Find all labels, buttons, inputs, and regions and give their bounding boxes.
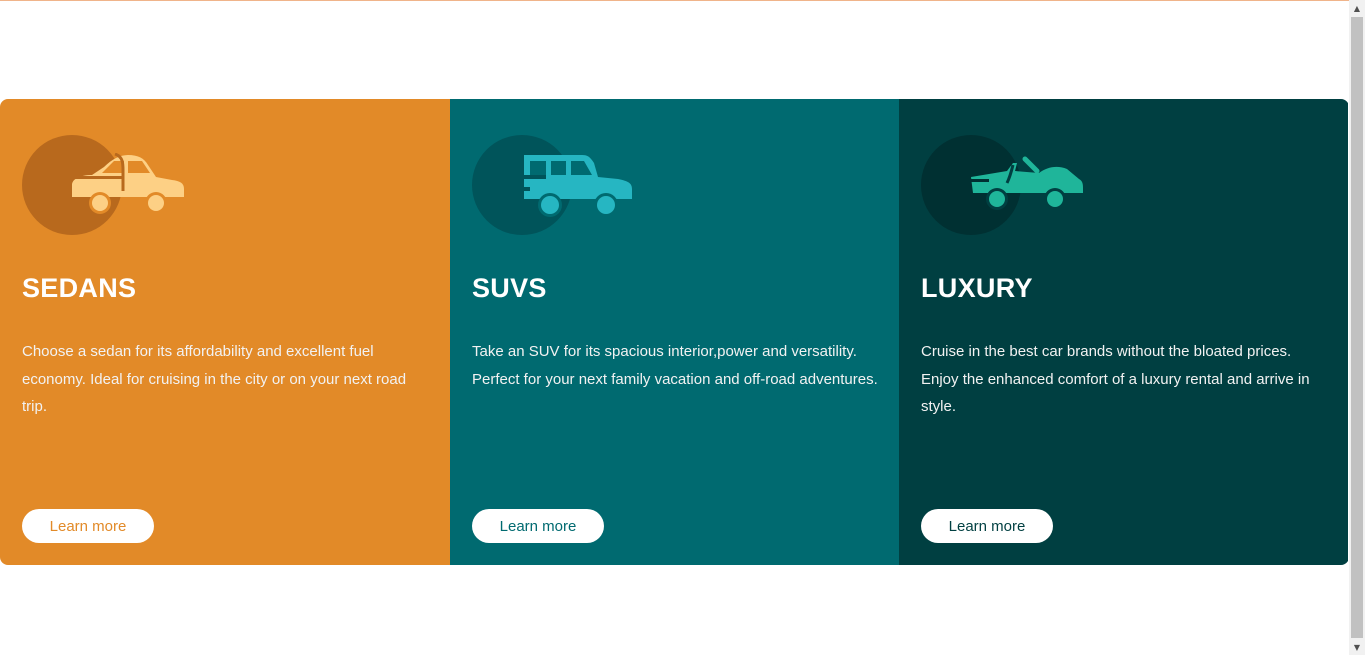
suv-icon-wrap xyxy=(472,135,642,235)
scrollbar-thumb[interactable] xyxy=(1351,17,1363,638)
card-suvs: SUVS Take an SUV for its spacious interi… xyxy=(450,99,899,565)
scroll-up-arrow-icon[interactable]: ▲ xyxy=(1349,0,1365,16)
page: SEDANS Choose a sedan for its affordabil… xyxy=(0,0,1349,655)
learn-more-button-sedans[interactable]: Learn more xyxy=(22,509,154,543)
vertical-scrollbar[interactable]: ▲ ▼ xyxy=(1349,0,1365,655)
luxury-icon-wrap xyxy=(921,135,1091,235)
card-description: Choose a sedan for its affordability and… xyxy=(22,343,407,415)
sedan-icon-wrap xyxy=(22,135,192,235)
sedan-car-icon xyxy=(72,153,184,214)
card-title: LUXURY xyxy=(921,273,1033,303)
car-category-cards: SEDANS Choose a sedan for its affordabil… xyxy=(0,99,1349,565)
suv-car-icon xyxy=(518,155,632,217)
scroll-down-arrow-icon[interactable]: ▼ xyxy=(1349,639,1365,655)
card-sedans: SEDANS Choose a sedan for its affordabil… xyxy=(0,99,450,565)
convertible-car-icon xyxy=(967,156,1083,210)
card-description: Take an SUV for its spacious interior,po… xyxy=(472,343,878,388)
card-title: SEDANS xyxy=(22,273,137,303)
learn-more-button-luxury[interactable]: Learn more xyxy=(921,509,1053,543)
card-description: Cruise in the best car brands without th… xyxy=(921,343,1310,415)
card-title: SUVS xyxy=(472,273,547,303)
learn-more-button-suvs[interactable]: Learn more xyxy=(472,509,604,543)
card-luxury: LUXURY Cruise in the best car brands wit… xyxy=(899,99,1348,565)
